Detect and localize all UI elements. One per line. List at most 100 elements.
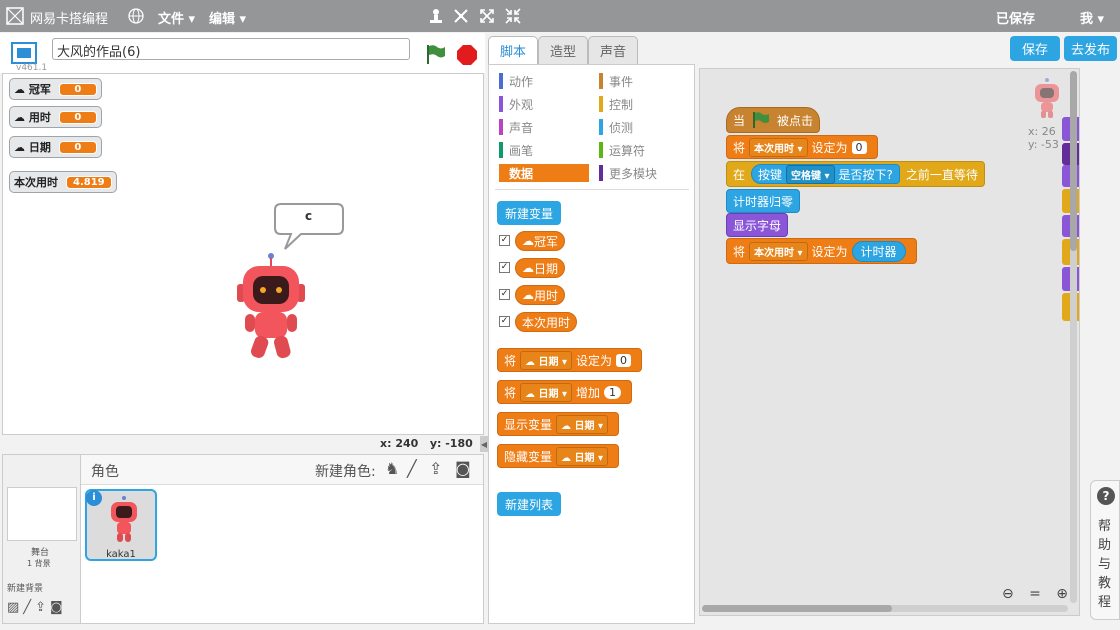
category-control[interactable]: 控制: [599, 95, 633, 113]
hide-variable-block[interactable]: 隐藏变量 ☁ 日期 ▾: [497, 444, 620, 468]
category-sound[interactable]: 声音: [499, 118, 533, 136]
reset-timer-block[interactable]: 计时器归零: [726, 189, 801, 213]
vertical-scrollbar[interactable]: [1070, 71, 1077, 603]
fullscreen-icon[interactable]: [10, 41, 38, 65]
variable-reporter[interactable]: ☁ 冠军: [515, 231, 566, 251]
set-variable-block[interactable]: 将 本次用时 ▾ 设定为 计时器: [726, 238, 917, 264]
camera-icon[interactable]: ◙: [50, 600, 63, 615]
category-pen[interactable]: 画笔: [499, 141, 533, 159]
new-list-button[interactable]: 新建列表: [497, 492, 561, 516]
zoom-controls: ⊖ = ⊕: [1002, 585, 1068, 603]
horizontal-scrollbar[interactable]: [702, 605, 1068, 612]
vertical-scroll-thumb[interactable]: [1070, 71, 1077, 251]
paint-new-sprite-icon[interactable]: ╱: [407, 459, 417, 478]
delete-tool-icon[interactable]: [452, 7, 470, 25]
variable-monitor[interactable]: ☁ 日期 0: [9, 136, 102, 158]
sprite-thumbnail[interactable]: i kaka1: [85, 489, 157, 561]
category-label: 数据: [509, 166, 534, 181]
scripts-area[interactable]: 当 被点击 将 本次用时 ▾ 设定为 0 在 按键 空格键 ▾ 是否按下? 之前…: [699, 68, 1080, 616]
variable-dropdown[interactable]: 本次用时 ▾: [749, 241, 808, 261]
green-flag-icon[interactable]: [424, 43, 446, 65]
variable-checkbox[interactable]: ✓: [499, 235, 510, 246]
zoom-out-icon[interactable]: ⊖: [1002, 586, 1014, 602]
variable-dropdown[interactable]: ☁ 日期 ▾: [556, 414, 609, 434]
user-menu[interactable]: 我 ▾: [1080, 8, 1104, 27]
category-data[interactable]: 数据: [499, 164, 589, 182]
variable-monitor[interactable]: ☁ 用时 0: [9, 106, 102, 128]
variable-monitor[interactable]: ☁ 冠军 0: [9, 78, 102, 100]
variable-reporter[interactable]: 本次用时: [515, 312, 578, 332]
category-more-blocks[interactable]: 更多模块: [599, 164, 657, 182]
timer-reporter[interactable]: 计时器: [851, 240, 906, 262]
stop-icon[interactable]: [456, 44, 478, 66]
variable-checkbox[interactable]: ✓: [499, 262, 510, 273]
tab-scripts[interactable]: 脚本: [488, 36, 538, 64]
green-flag-icon: [753, 112, 770, 128]
block-text: 被点击: [777, 113, 814, 128]
edit-menu[interactable]: 编辑 ▾: [209, 8, 246, 27]
collapse-stage-toggle[interactable]: ◀: [480, 436, 488, 452]
upload-sprite-icon[interactable]: ⇪: [429, 459, 442, 478]
file-menu[interactable]: 文件 ▾: [158, 8, 195, 27]
edit-menu-label: 编辑: [209, 12, 236, 27]
block-text: 显示变量: [504, 417, 553, 432]
key-dropdown[interactable]: 空格键 ▾: [786, 164, 835, 184]
value-input[interactable]: 0: [851, 140, 867, 154]
category-label: 更多模块: [609, 166, 658, 181]
info-icon[interactable]: i: [86, 490, 102, 506]
change-variable-block[interactable]: 将 ☁ 日期 ▾ 增加 1: [497, 380, 633, 404]
backdrop-library-icon[interactable]: ▨: [7, 600, 19, 615]
when-flag-clicked-block[interactable]: 当 被点击: [726, 107, 821, 133]
variable-checkbox[interactable]: ✓: [499, 316, 510, 327]
globe-icon[interactable]: [127, 7, 145, 25]
stage-canvas[interactable]: ☁ 冠军 0 ☁ 用时 0 ☁ 日期 0 本次用时 4.819 c: [2, 73, 484, 435]
variable-dropdown[interactable]: ☁ 日期 ▾: [556, 446, 609, 466]
variable-dropdown[interactable]: 本次用时 ▾: [749, 137, 808, 157]
value-input[interactable]: 0: [616, 353, 632, 367]
wait-until-block[interactable]: 在 按键 空格键 ▾ 是否按下? 之前一直等待: [726, 161, 985, 187]
zoom-reset-icon[interactable]: =: [1029, 586, 1041, 602]
monitor-value: 4.819: [66, 175, 112, 189]
variable-name: 冠军: [534, 234, 559, 249]
horizontal-scroll-thumb[interactable]: [702, 605, 892, 612]
publish-button[interactable]: 去发布: [1064, 36, 1117, 61]
category-looks[interactable]: 外观: [499, 95, 533, 113]
set-variable-block[interactable]: 将 本次用时 ▾ 设定为 0: [726, 135, 878, 159]
project-name-input[interactable]: 大风的作品(6): [52, 38, 410, 60]
category-operators[interactable]: 运算符: [599, 141, 645, 159]
block-text: 按键: [758, 167, 783, 182]
palette-divider: [495, 189, 689, 190]
set-variable-block[interactable]: 将 ☁ 日期 ▾ 设定为 0: [497, 348, 643, 372]
paint-brush-icon[interactable]: ╱: [23, 600, 31, 615]
key-pressed-block[interactable]: 按键 空格键 ▾ 是否按下?: [751, 164, 900, 184]
speech-bubble: c: [273, 202, 345, 252]
show-variable-block[interactable]: 显示变量 ☁ 日期 ▾: [497, 412, 620, 436]
tab-sounds[interactable]: 声音: [588, 36, 638, 64]
help-panel-tab[interactable]: ? 帮助与教程: [1090, 480, 1120, 620]
stage-thumbnail[interactable]: [7, 487, 77, 541]
upload-icon[interactable]: ⇪: [35, 600, 46, 615]
variable-dropdown[interactable]: ☁ 日期 ▾: [520, 350, 573, 370]
grow-tool-icon[interactable]: [478, 7, 496, 25]
sprite-library-icon[interactable]: ♞: [385, 459, 399, 478]
variable-checkbox[interactable]: ✓: [499, 289, 510, 300]
robot-sprite[interactable]: [231, 250, 311, 365]
variable-reporter[interactable]: ☁ 用时: [515, 285, 566, 305]
shrink-tool-icon[interactable]: [504, 7, 522, 25]
camera-sprite-icon[interactable]: ◙: [455, 459, 471, 478]
show-block[interactable]: 显示字母: [726, 213, 789, 237]
variable-reporter[interactable]: ☁ 日期: [515, 258, 566, 278]
tab-costumes[interactable]: 造型: [538, 36, 588, 64]
category-sensing[interactable]: 侦测: [599, 118, 633, 136]
top-menu-bar: 网易卡搭编程 文件 ▾ 编辑 ▾ 已保存 我 ▾: [0, 0, 1120, 32]
duplicate-tool-icon[interactable]: [427, 7, 445, 25]
category-events[interactable]: 事件: [599, 72, 633, 90]
new-variable-button[interactable]: 新建变量: [497, 201, 561, 225]
block-text: 当: [733, 113, 746, 128]
value-input[interactable]: 1: [604, 385, 622, 399]
save-button[interactable]: 保存: [1010, 36, 1060, 61]
variable-monitor[interactable]: 本次用时 4.819: [9, 171, 117, 193]
variable-dropdown[interactable]: ☁ 日期 ▾: [520, 382, 573, 402]
category-motion[interactable]: 动作: [499, 72, 533, 90]
zoom-in-icon[interactable]: ⊕: [1056, 586, 1068, 602]
